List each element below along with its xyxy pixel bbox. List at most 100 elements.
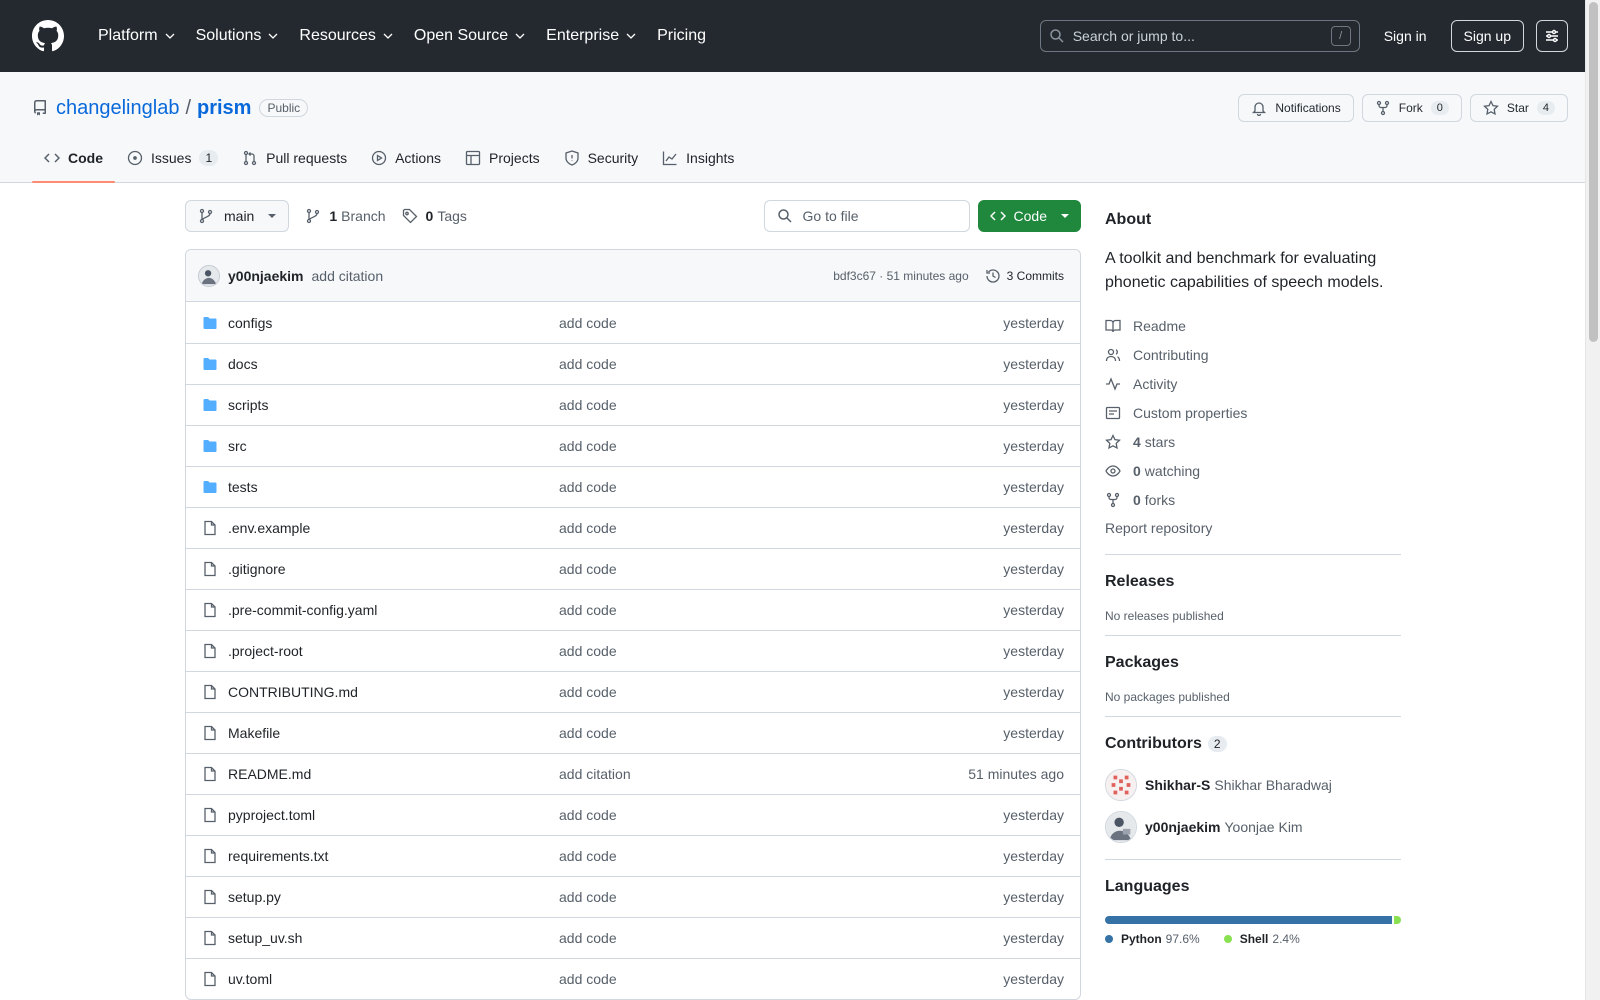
file-commit-date: yesterday [1003, 643, 1064, 659]
file-commit-message-link[interactable]: add code [559, 479, 617, 495]
file-icon [204, 971, 216, 987]
file-name-link[interactable]: .env.example [228, 520, 559, 536]
commit-author-link[interactable]: y00njaekim [228, 268, 304, 284]
file-commit-message-link[interactable]: add code [559, 643, 617, 659]
file-name-link[interactable]: configs [228, 315, 559, 331]
divider [1105, 635, 1401, 636]
watchers-link[interactable]: 0 watching [1105, 456, 1401, 485]
file-commit-message-link[interactable]: add code [559, 930, 617, 946]
readme-label: Readme [1133, 317, 1186, 334]
file-name-link[interactable]: docs [228, 356, 559, 372]
sign-in-link[interactable]: Sign in [1384, 28, 1427, 44]
commit-message-link[interactable]: add citation [312, 268, 384, 284]
forks-link[interactable]: 0 forks [1105, 485, 1401, 514]
file-name-link[interactable]: uv.toml [228, 971, 559, 987]
folder-icon-wrap [202, 315, 218, 331]
tab-code[interactable]: Code [32, 134, 115, 183]
file-icon [204, 766, 216, 782]
file-commit-message-link[interactable]: add code [559, 315, 617, 331]
stars-link[interactable]: 4 stars [1105, 427, 1401, 456]
avatar[interactable] [198, 264, 220, 287]
file-commit-message-link[interactable]: add code [559, 397, 617, 413]
file-commit-message-link[interactable]: add code [559, 725, 617, 741]
settings-menu-button[interactable] [1536, 20, 1568, 52]
contributors-heading[interactable]: Contributors 2 [1105, 735, 1401, 753]
nav-open-source[interactable]: Open Source [404, 27, 536, 45]
nav-enterprise[interactable]: Enterprise [536, 27, 647, 45]
repo-name-link[interactable]: prism [197, 97, 251, 120]
file-name-link[interactable]: scripts [228, 397, 559, 413]
tab-insights[interactable]: Insights [650, 134, 746, 182]
releases-heading[interactable]: Releases [1105, 573, 1401, 591]
notifications-button[interactable]: Notifications [1238, 94, 1354, 122]
language-item-shell[interactable]: Shell 2.4% [1223, 932, 1300, 946]
file-name-link[interactable]: .project-root [228, 643, 559, 659]
tab-actions[interactable]: Actions [359, 134, 453, 182]
file-name-link[interactable]: Makefile [228, 725, 559, 741]
custom-properties-link[interactable]: Custom properties [1105, 398, 1401, 427]
file-name-link[interactable]: requirements.txt [228, 848, 559, 864]
tab-security[interactable]: Security [552, 134, 651, 182]
report-repository-link[interactable]: Report repository [1105, 514, 1401, 542]
table-row: .pre-commit-config.yaml add code yesterday [186, 589, 1080, 630]
branch-select-button[interactable]: main [185, 200, 290, 232]
file-commit-message-link[interactable]: add code [559, 889, 617, 905]
tab-projects[interactable]: Projects [453, 134, 552, 182]
chevron-down-icon [268, 33, 278, 39]
contributor-item[interactable]: Shikhar-S Shikhar Bharadwaj [1105, 765, 1401, 805]
global-search-input[interactable]: Search or jump to... / [1039, 20, 1360, 52]
repo-path-separator: / [185, 96, 191, 119]
tags-link[interactable]: 0 Tags [402, 208, 467, 224]
nav-pricing[interactable]: Pricing [647, 27, 716, 45]
nav-label: Solutions [195, 27, 262, 44]
go-to-file-input[interactable]: Go to file [763, 200, 970, 232]
table-row: Makefile add code yesterday [186, 712, 1080, 753]
file-commit-message-link[interactable]: add code [559, 684, 617, 700]
file-name-link[interactable]: .gitignore [228, 561, 559, 577]
file-name-link[interactable]: src [228, 438, 559, 454]
file-commit-message-link[interactable]: add code [559, 356, 617, 372]
file-name-link[interactable]: CONTRIBUTING.md [228, 684, 559, 700]
contributing-link[interactable]: Contributing [1105, 340, 1401, 369]
table-row: .env.example add code yesterday [186, 507, 1080, 548]
branches-link[interactable]: 1 Branch [305, 208, 386, 224]
tab-pull-requests[interactable]: Pull requests [230, 134, 359, 182]
file-name-link[interactable]: .pre-commit-config.yaml [228, 602, 559, 618]
scrollbar-thumb[interactable] [1589, 2, 1598, 342]
contributor-item[interactable]: y00njaekim Yoonjae Kim [1105, 807, 1401, 847]
file-commit-message-link[interactable]: add code [559, 848, 617, 864]
tab-issues[interactable]: Issues 1 [115, 134, 230, 182]
file-commit-message-link[interactable]: add code [559, 561, 617, 577]
file-commit-date: yesterday [1003, 807, 1064, 823]
file-name-link[interactable]: setup_uv.sh [228, 930, 559, 946]
packages-heading[interactable]: Packages [1105, 654, 1401, 672]
language-bar-segment [1393, 916, 1401, 924]
code-dropdown-button[interactable]: Code [977, 200, 1081, 232]
nav-resources[interactable]: Resources [289, 27, 403, 45]
language-item-python[interactable]: Python 97.6% [1105, 932, 1200, 946]
activity-link[interactable]: Activity [1105, 369, 1401, 398]
readme-link[interactable]: Readme [1105, 311, 1401, 340]
file-name-link[interactable]: README.md [228, 766, 559, 782]
github-logo-icon[interactable] [32, 20, 64, 52]
file-commit-message-link[interactable]: add citation [559, 766, 631, 782]
repo-owner-link[interactable]: changelinglab [56, 97, 179, 120]
file-commit-message-link[interactable]: add code [559, 807, 617, 823]
nav-solutions[interactable]: Solutions [186, 27, 290, 45]
nav-platform[interactable]: Platform [88, 27, 186, 45]
file-commit-message-link[interactable]: add code [559, 602, 617, 618]
sign-up-button[interactable]: Sign up [1450, 20, 1524, 52]
languages-heading: Languages [1105, 878, 1401, 896]
commit-hash-time[interactable]: bdf3c67 · 51 minutes ago [833, 269, 968, 283]
page-scrollbar[interactable] [1585, 0, 1600, 1000]
file-name-link[interactable]: setup.py [228, 889, 559, 905]
fork-button[interactable]: Fork 0 [1361, 94, 1462, 122]
star-button[interactable]: Star 4 [1469, 94, 1568, 122]
file-commit-message-link[interactable]: add code [559, 520, 617, 536]
file-commit-message-link[interactable]: add code [559, 438, 617, 454]
file-commit-message-link[interactable]: add code [559, 971, 617, 987]
file-name-link[interactable]: pyproject.toml [228, 807, 559, 823]
file-name-link[interactable]: tests [228, 479, 559, 495]
commits-history-link[interactable]: 3 Commits [985, 268, 1064, 284]
file-commit-date: yesterday [1003, 561, 1064, 577]
